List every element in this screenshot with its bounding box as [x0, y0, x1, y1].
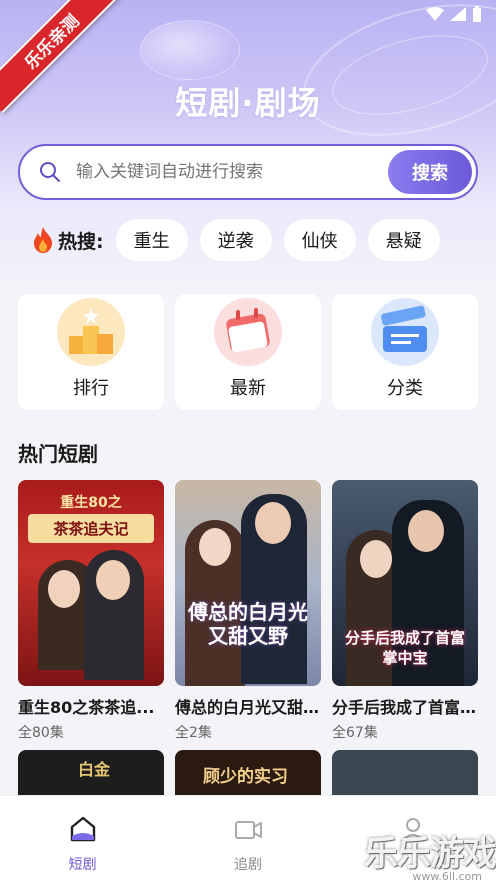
poster-face	[48, 570, 80, 608]
drama-card[interactable]: 分手后我成了首富掌中宝 分手后我成了首富... 全67集	[332, 480, 478, 742]
search-button[interactable]: 搜索	[388, 150, 472, 194]
drama-poster[interactable]	[332, 750, 478, 800]
hot-tag-chip[interactable]: 重生	[115, 219, 188, 261]
status-bar	[426, 6, 482, 22]
drama-poster[interactable]: 重生80之 茶茶追夫记	[18, 480, 164, 686]
poster-title: 分手后我成了首富掌中宝	[344, 629, 465, 667]
episode-count: 全2集	[175, 725, 212, 741]
watermark-logo: 乐乐游戏	[364, 834, 496, 874]
watermark-url: www.6ll.com	[412, 870, 482, 883]
calendar-icon	[214, 298, 282, 366]
drama-title: 重生80之茶茶追...	[18, 698, 155, 717]
signal-icon	[450, 7, 466, 21]
battery-icon	[473, 6, 481, 22]
drama-card[interactable]: 重生80之 茶茶追夫记 重生80之茶茶追... 全80集	[18, 480, 164, 742]
poster-title: 茶茶追夫记	[28, 514, 154, 543]
category-classify[interactable]: 分类	[332, 294, 478, 410]
podium-icon	[57, 298, 125, 366]
drama-grid: 重生80之 茶茶追夫记 重生80之茶茶追... 全80集 傅总的白月光又甜又野 …	[18, 480, 478, 742]
category-label: 分类	[387, 378, 423, 399]
drama-poster[interactable]: 傅总的白月光又甜又野	[175, 480, 321, 686]
poster-face	[255, 502, 291, 544]
category-row: 排行 最新 分类	[18, 294, 478, 410]
tab-short-drama[interactable]: 短剧	[23, 814, 143, 874]
hot-tag-chip[interactable]: 仙侠	[283, 219, 356, 261]
tab-label: 短剧	[68, 857, 97, 873]
poster-face	[360, 540, 392, 578]
drama-title: 分手后我成了首富...	[332, 698, 478, 717]
poster-face	[96, 560, 130, 600]
planet-decoration	[140, 20, 240, 80]
category-label: 排行	[73, 378, 109, 399]
drama-poster[interactable]: 顾少的实习	[175, 750, 321, 800]
clapperboard-icon	[371, 298, 439, 366]
search-input[interactable]	[76, 162, 376, 182]
category-latest[interactable]: 最新	[175, 294, 321, 410]
hot-tag-chip[interactable]: 悬疑	[367, 219, 440, 261]
poster-face	[199, 528, 231, 566]
drama-poster[interactable]: 白金	[18, 750, 164, 800]
section-title: 热门短剧	[18, 442, 98, 466]
drama-poster[interactable]: 分手后我成了首富掌中宝	[332, 480, 478, 686]
drama-title: 傅总的白月光又甜...	[175, 698, 321, 717]
hot-search-label: 热搜:	[58, 230, 104, 253]
poster-subtitle: 重生80之	[60, 495, 122, 511]
search-bar[interactable]: 搜索	[18, 144, 478, 200]
page-title: 短剧·剧场	[175, 84, 321, 122]
fire-icon	[34, 227, 52, 253]
category-ranking[interactable]: 排行	[18, 294, 164, 410]
poster-title: 白金	[78, 760, 111, 779]
tab-follow[interactable]: 追剧	[188, 814, 308, 874]
poster-face	[408, 510, 444, 552]
category-label: 最新	[230, 378, 266, 399]
home-icon	[70, 816, 95, 842]
drama-grid-row2: 白金 顾少的实习	[18, 750, 478, 800]
poster-title: 顾少的实习	[203, 767, 288, 787]
episode-count: 全80集	[18, 725, 64, 741]
episode-count: 全67集	[332, 725, 378, 741]
hot-search-row: 热搜: 重生 逆袭 仙侠 悬疑	[32, 218, 452, 262]
wifi-icon	[426, 7, 444, 21]
poster-title: 傅总的白月光又甜又野	[188, 600, 308, 648]
drama-card[interactable]: 傅总的白月光又甜又野 傅总的白月光又甜... 全2集	[175, 480, 321, 742]
video-camera-icon	[234, 821, 262, 839]
search-icon	[40, 162, 60, 182]
tab-label: 追剧	[233, 857, 262, 873]
hot-tag-chip[interactable]: 逆袭	[199, 219, 272, 261]
